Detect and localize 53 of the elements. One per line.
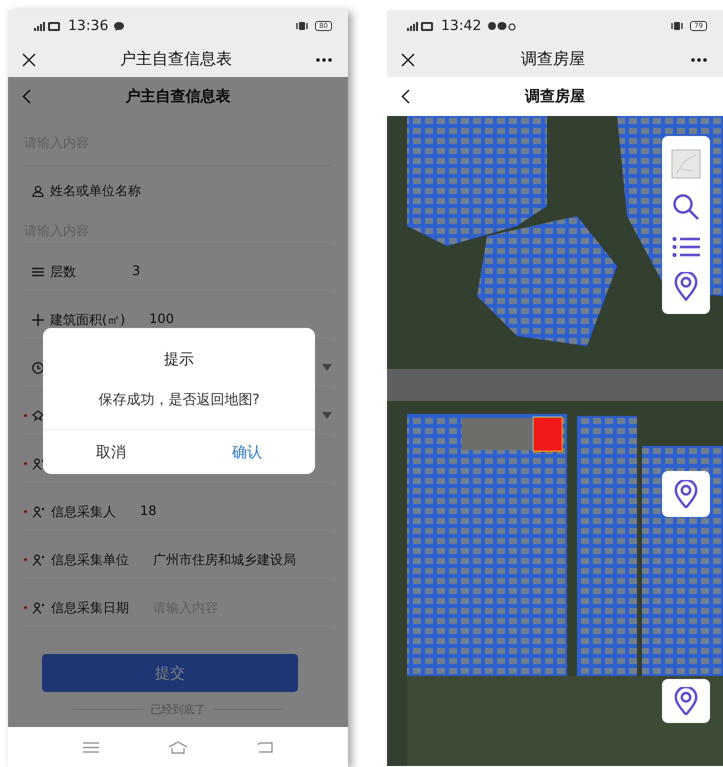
close-icon[interactable] <box>401 52 415 66</box>
location-pin-icon <box>674 272 698 301</box>
field-value[interactable]: 3 <box>132 264 140 279</box>
menu-icon[interactable] <box>82 742 99 752</box>
search-icon[interactable] <box>672 193 700 222</box>
field-value[interactable]: 广州市住房和城乡建设局 <box>153 550 296 568</box>
field-value[interactable]: 18 <box>140 504 157 519</box>
field-value[interactable]: 100 <box>149 312 174 327</box>
app-notification-icons <box>487 21 518 31</box>
dialog-message: 保存成功，是否返回地图? <box>98 391 260 409</box>
people-icon <box>32 602 45 614</box>
window-title: 户主自查信息表 <box>120 49 232 70</box>
dialog-title: 提示 <box>164 350 194 369</box>
clock-icon <box>32 362 44 374</box>
field-label: 建筑面积(㎡) <box>50 312 126 328</box>
pin-icon <box>32 410 44 422</box>
cancel-button[interactable]: 取消 <box>43 430 179 474</box>
vibrate-icon <box>670 21 684 31</box>
dropdown-arrow-icon[interactable] <box>322 412 332 419</box>
people-icon <box>32 506 45 518</box>
confirm-button[interactable]: 确认 <box>179 430 315 474</box>
person-icon <box>32 185 44 197</box>
vibrate-icon <box>295 21 310 31</box>
clock-time: 13:36 <box>68 18 108 34</box>
field-label: 信息采集人 <box>51 504 116 520</box>
chat-icon <box>114 22 124 30</box>
close-icon[interactable] <box>22 52 36 66</box>
page-title: 户主自查信息表 <box>126 86 230 106</box>
back-icon[interactable] <box>401 89 410 104</box>
field-label: 姓名或单位名称 <box>50 183 141 200</box>
field-label: 信息采集日期 <box>51 600 129 616</box>
locate-button[interactable] <box>662 471 710 517</box>
locate-button[interactable] <box>662 679 710 723</box>
signal-icon <box>407 21 435 31</box>
more-icon[interactable] <box>316 58 332 62</box>
list-icon[interactable] <box>672 236 700 258</box>
location-pin-icon <box>674 480 698 508</box>
window-title: 调查房屋 <box>521 49 585 70</box>
home-icon[interactable] <box>168 740 188 754</box>
clock-time: 13:42 <box>441 18 482 34</box>
more-icon[interactable] <box>691 58 707 62</box>
field-label: 信息采集单位 <box>51 552 129 568</box>
people-icon <box>32 458 45 470</box>
back-arrow-icon[interactable] <box>257 742 274 752</box>
lines-icon <box>32 266 44 276</box>
submit-button[interactable]: 提交 <box>42 654 298 692</box>
plus-icon <box>32 314 44 326</box>
field-label: 层数 <box>50 264 77 280</box>
dropdown-arrow-icon[interactable] <box>322 364 332 371</box>
signal-icon <box>34 21 62 31</box>
location-pin-icon <box>674 686 698 716</box>
people-icon <box>32 554 45 566</box>
page-title: 调查房屋 <box>525 87 585 106</box>
